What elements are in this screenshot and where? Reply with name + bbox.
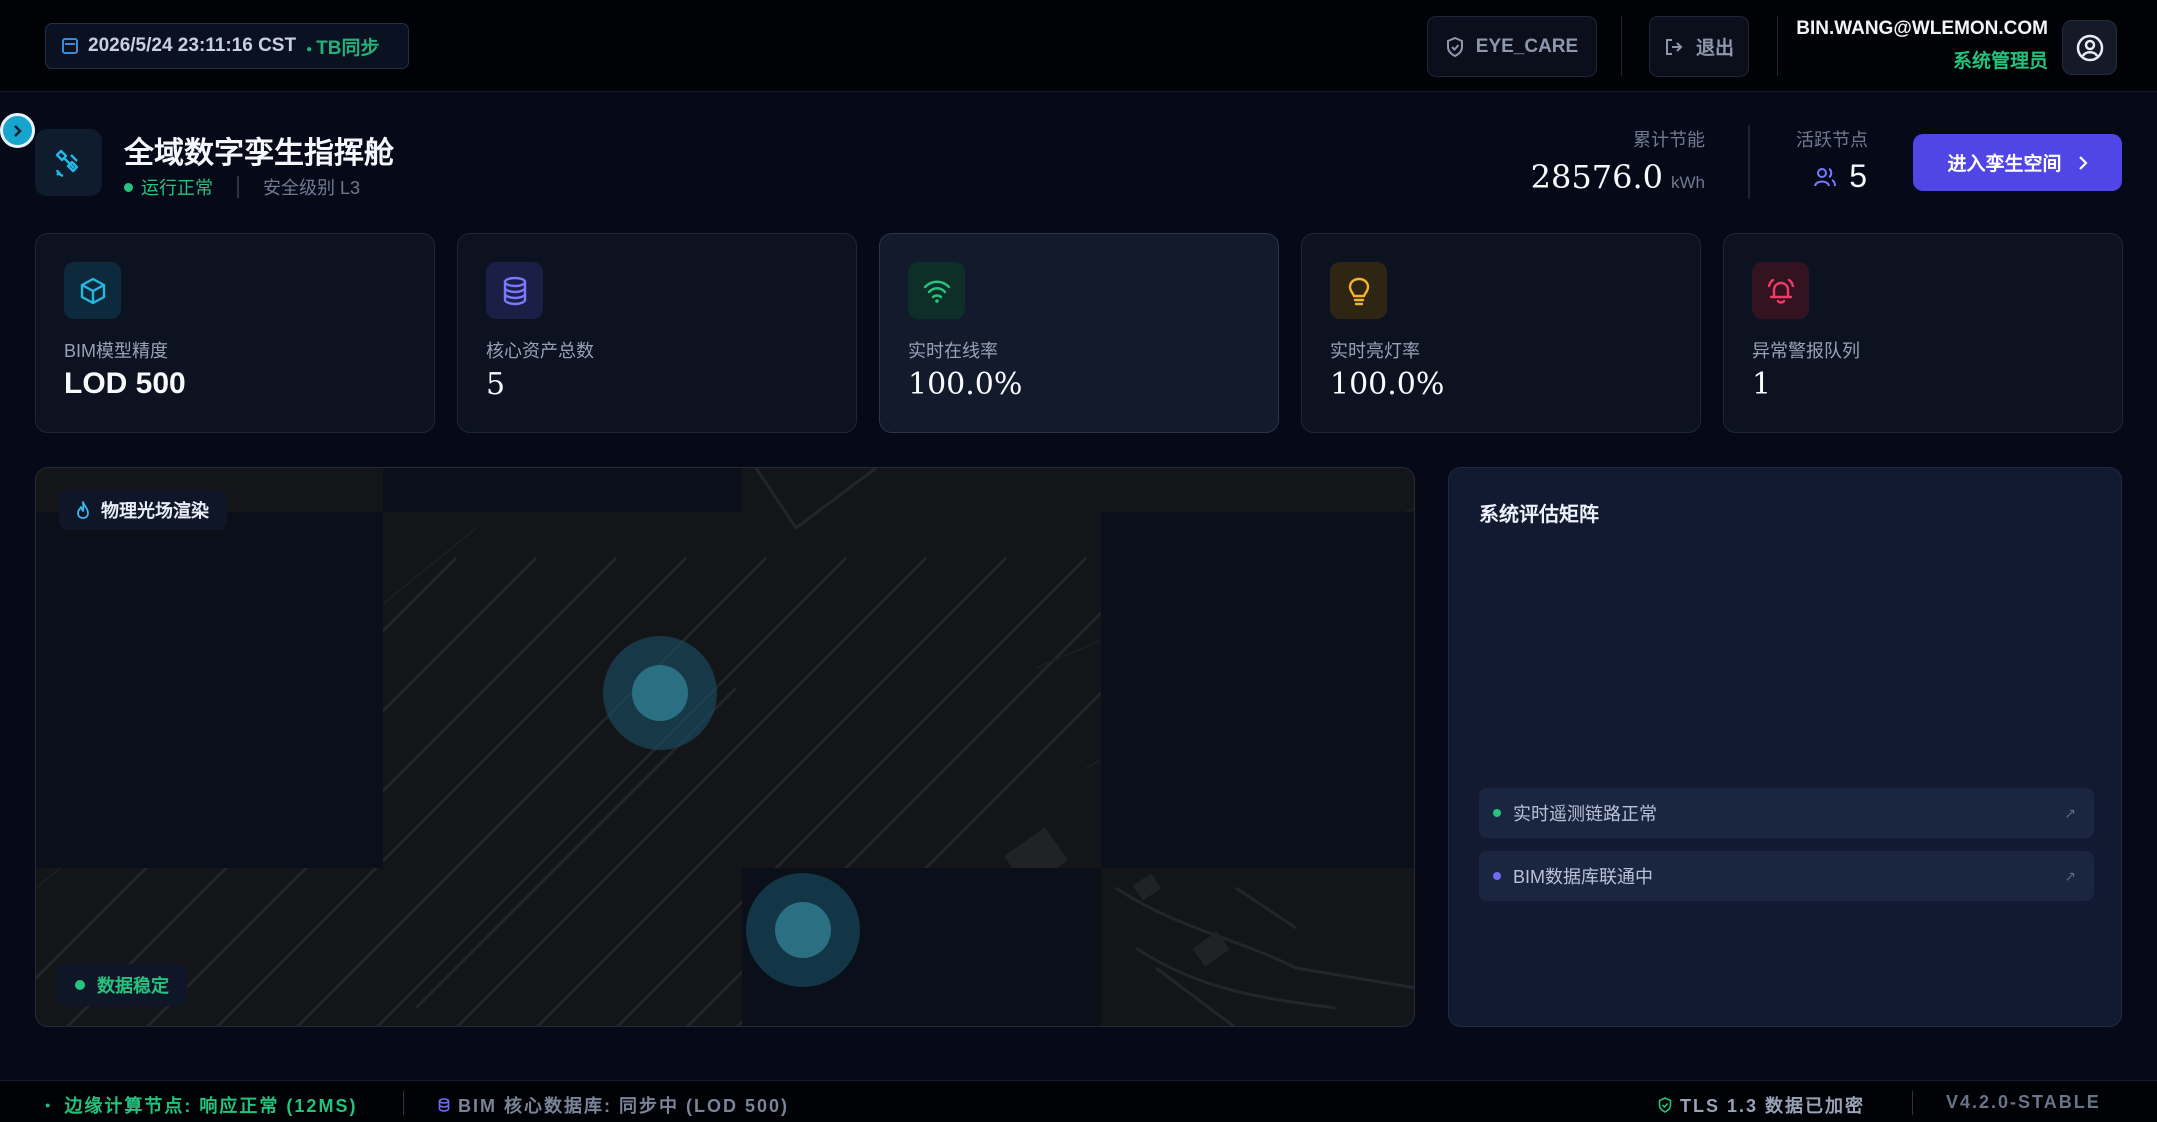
- status-row: 运行正常 安全级别 L3: [124, 174, 360, 200]
- system-status: 运行正常: [124, 174, 213, 200]
- bim-db-status: BIM 核心数据库: 同步中 (LOD 500): [438, 1092, 789, 1118]
- logout-icon: [1665, 38, 1683, 55]
- sync-status: TB同步: [306, 33, 379, 60]
- stat-card-light-rate[interactable]: 实时亮灯率 100.0%: [1301, 233, 1701, 433]
- divider: [237, 176, 239, 198]
- status-dot: [124, 182, 133, 192]
- render-mode-badge[interactable]: 物理光场渲染: [59, 490, 227, 530]
- map-marker-core: [775, 902, 831, 958]
- sidebar-toggle-button[interactable]: [0, 113, 35, 148]
- top-bar: 2026/5/24 23:11:16 CST TB同步 EYE_CARE 退出 …: [0, 0, 2157, 92]
- nodes-stat: 5: [1813, 158, 1867, 195]
- chevron-right-icon: [13, 124, 22, 137]
- assessment-item-bim-db[interactable]: BIM数据库联通中 ↗: [1479, 851, 2094, 901]
- stat-card-alert-queue[interactable]: 异常警报队列 1: [1723, 233, 2123, 433]
- status-dot: [75, 980, 85, 990]
- shield-icon: [1446, 36, 1463, 57]
- map-tile: [383, 468, 742, 512]
- arrow-up-right-icon: ↗: [2064, 804, 2076, 821]
- card-value: 1: [1752, 367, 1772, 402]
- version-label: V4.2.0-STABLE: [1946, 1092, 2101, 1112]
- user-circle-icon: [2076, 34, 2103, 61]
- map-marker-core: [632, 665, 688, 721]
- map-panel[interactable]: 物理光场渲染 数据稳定: [35, 467, 1415, 1027]
- assessment-item-label: BIM数据库联通中: [1513, 867, 1654, 887]
- flame-icon: [77, 501, 89, 519]
- assessment-panel: 系统评估矩阵 实时遥测链路正常 ↗ BIM数据库联通中 ↗: [1448, 467, 2122, 1027]
- map-tile: [1101, 512, 1414, 868]
- card-value: LOD 500: [64, 367, 186, 400]
- status-footer: 边缘计算节点: 响应正常 (12MS) BIM 核心数据库: 同步中 (LOD …: [0, 1080, 2157, 1122]
- datetime-pill: 2026/5/24 23:11:16 CST TB同步: [45, 23, 409, 69]
- assessment-item-telemetry[interactable]: 实时遥测链路正常 ↗: [1479, 788, 2094, 838]
- energy-label: 累计节能: [1633, 130, 1705, 150]
- arrow-up-right-icon: ↗: [2064, 867, 2076, 884]
- database-icon: [486, 262, 543, 319]
- calendar-icon: [62, 38, 78, 54]
- energy-stat: 28576.0 kWh: [1531, 158, 1705, 196]
- satellite-icon: [35, 129, 102, 196]
- user-role: 系统管理员: [1952, 51, 2048, 72]
- chevron-right-icon: [2078, 155, 2088, 170]
- card-label: 实时亮灯率: [1330, 341, 1420, 361]
- page-title: 全域数字孪生指挥舱: [124, 137, 394, 170]
- assessment-title: 系统评估矩阵: [1479, 504, 1599, 526]
- card-label: 实时在线率: [908, 341, 998, 361]
- users-icon: [1814, 167, 1837, 186]
- cube-icon: [64, 262, 121, 319]
- alarm-icon: [1752, 262, 1809, 319]
- map-tile: [36, 512, 383, 868]
- divider: [1777, 16, 1778, 76]
- card-value: 100.0%: [1330, 367, 1445, 402]
- exit-label: 退出: [1695, 38, 1734, 59]
- render-mode-label: 物理光场渲染: [101, 501, 209, 521]
- shield-icon: [1658, 1097, 1672, 1113]
- card-label: 核心资产总数: [486, 341, 594, 361]
- tls-status: TLS 1.3 数据已加密: [1658, 1092, 1865, 1118]
- data-status-label: 数据稳定: [97, 976, 169, 996]
- database-icon: [438, 1098, 450, 1112]
- system-status-text: 运行正常: [141, 178, 213, 198]
- stat-card-online-rate[interactable]: 实时在线率 100.0%: [879, 233, 1279, 433]
- map-marker[interactable]: [746, 873, 860, 987]
- status-dot: [1493, 809, 1501, 817]
- nodes-value: 5: [1849, 158, 1867, 194]
- bulb-icon: [1330, 262, 1387, 319]
- edge-node-status: 边缘计算节点: 响应正常 (12MS): [45, 1092, 357, 1118]
- divider: [1748, 125, 1750, 199]
- divider: [1912, 1091, 1913, 1115]
- user-email: BIN.WANG@WLEMON.COM: [1796, 18, 2048, 39]
- map-marker[interactable]: [603, 636, 717, 750]
- tls-status-text: TLS 1.3 数据已加密: [1680, 1096, 1866, 1116]
- card-label: BIM模型精度: [64, 341, 169, 361]
- divider: [1621, 16, 1622, 76]
- bim-db-status-text: BIM 核心数据库: 同步中 (LOD 500): [458, 1096, 790, 1116]
- status-dot: [1493, 872, 1501, 880]
- eye-care-button[interactable]: EYE_CARE: [1427, 16, 1597, 77]
- card-value: 100.0%: [908, 367, 1023, 402]
- avatar-button[interactable]: [2062, 20, 2117, 75]
- card-value: 5: [486, 367, 506, 402]
- eye-care-label: EYE_CARE: [1475, 35, 1579, 57]
- enter-twin-space-button[interactable]: 进入孪生空间: [1913, 134, 2122, 191]
- assessment-item-label: 实时遥测链路正常: [1513, 804, 1657, 824]
- divider: [403, 1091, 404, 1115]
- enter-twin-space-label: 进入孪生空间: [1947, 154, 2062, 175]
- stat-card-asset-total[interactable]: 核心资产总数 5: [457, 233, 857, 433]
- nodes-label: 活跃节点: [1796, 130, 1868, 150]
- stat-card-bim-precision[interactable]: BIM模型精度 LOD 500: [35, 233, 435, 433]
- datetime-text: 2026/5/24 23:11:16 CST: [88, 35, 297, 56]
- card-label: 异常警报队列: [1752, 341, 1860, 361]
- energy-unit: kWh: [1671, 173, 1705, 192]
- wifi-icon: [908, 262, 965, 319]
- security-level: 安全级别 L3: [263, 178, 361, 198]
- energy-value: 28576.0: [1530, 158, 1663, 196]
- exit-button[interactable]: 退出: [1649, 16, 1749, 77]
- data-status-badge: 数据稳定: [57, 964, 187, 1006]
